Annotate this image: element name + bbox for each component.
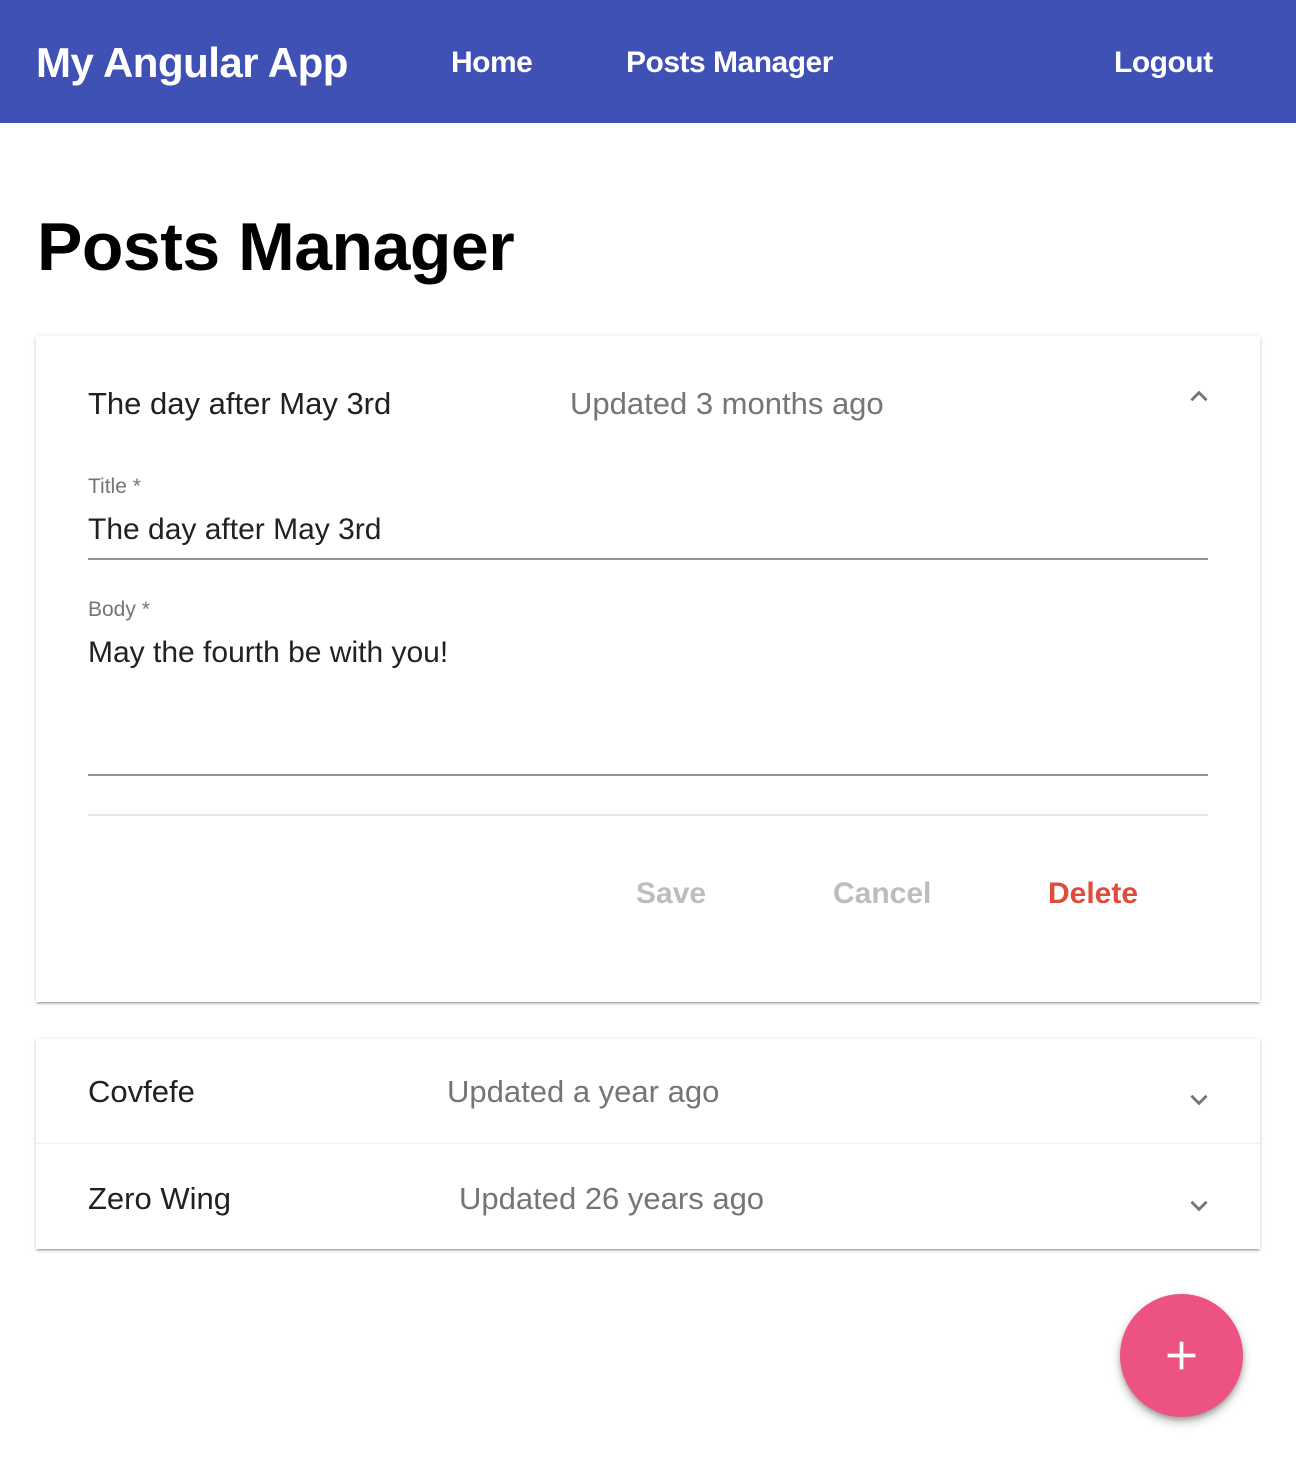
title-input-underline: [88, 558, 1208, 560]
logout-link[interactable]: Logout: [1114, 43, 1213, 83]
post-updated: Updated 3 months ago: [570, 386, 884, 421]
chevron-up-icon[interactable]: [1186, 384, 1212, 410]
post-panel-header[interactable]: Zero Wing Updated 26 years ago: [36, 1144, 1260, 1249]
post-title: The day after May 3rd: [88, 386, 392, 421]
app-title: My Angular App: [36, 39, 348, 86]
delete-button[interactable]: Delete: [1048, 874, 1138, 914]
plus-icon: [1167, 1341, 1196, 1370]
title-field-label: Title *: [88, 475, 141, 498]
nav-home-link[interactable]: Home: [451, 43, 533, 83]
title-input[interactable]: [88, 510, 1208, 550]
page-title: Posts Manager: [37, 209, 515, 285]
post-title: Covfefe: [88, 1074, 195, 1109]
action-divider: [88, 814, 1208, 816]
body-textarea[interactable]: May the fourth be with you!: [88, 633, 1208, 743]
post-list: Covfefe Updated a year ago Zero Wing Upd…: [36, 1039, 1260, 1249]
chevron-down-icon[interactable]: [1186, 1086, 1212, 1112]
body-textarea-underline: [88, 774, 1208, 776]
add-post-button[interactable]: [1120, 1294, 1243, 1417]
app-toolbar: My Angular App Home Posts Manager Logout: [0, 0, 1296, 123]
post-title: Zero Wing: [88, 1181, 231, 1216]
nav-posts-manager-link[interactable]: Posts Manager: [626, 43, 833, 83]
save-button[interactable]: Save: [636, 874, 706, 914]
chevron-down-icon[interactable]: [1186, 1192, 1212, 1218]
body-field-label: Body *: [88, 598, 150, 621]
post-updated: Updated 26 years ago: [459, 1181, 765, 1216]
post-panel-expanded: The day after May 3rd Updated 3 months a…: [36, 336, 1260, 1002]
post-panel-header[interactable]: Covfefe Updated a year ago: [36, 1039, 1260, 1143]
cancel-button[interactable]: Cancel: [833, 874, 931, 914]
post-panel-header[interactable]: The day after May 3rd Updated 3 months a…: [36, 336, 1260, 456]
post-updated: Updated a year ago: [447, 1074, 720, 1109]
